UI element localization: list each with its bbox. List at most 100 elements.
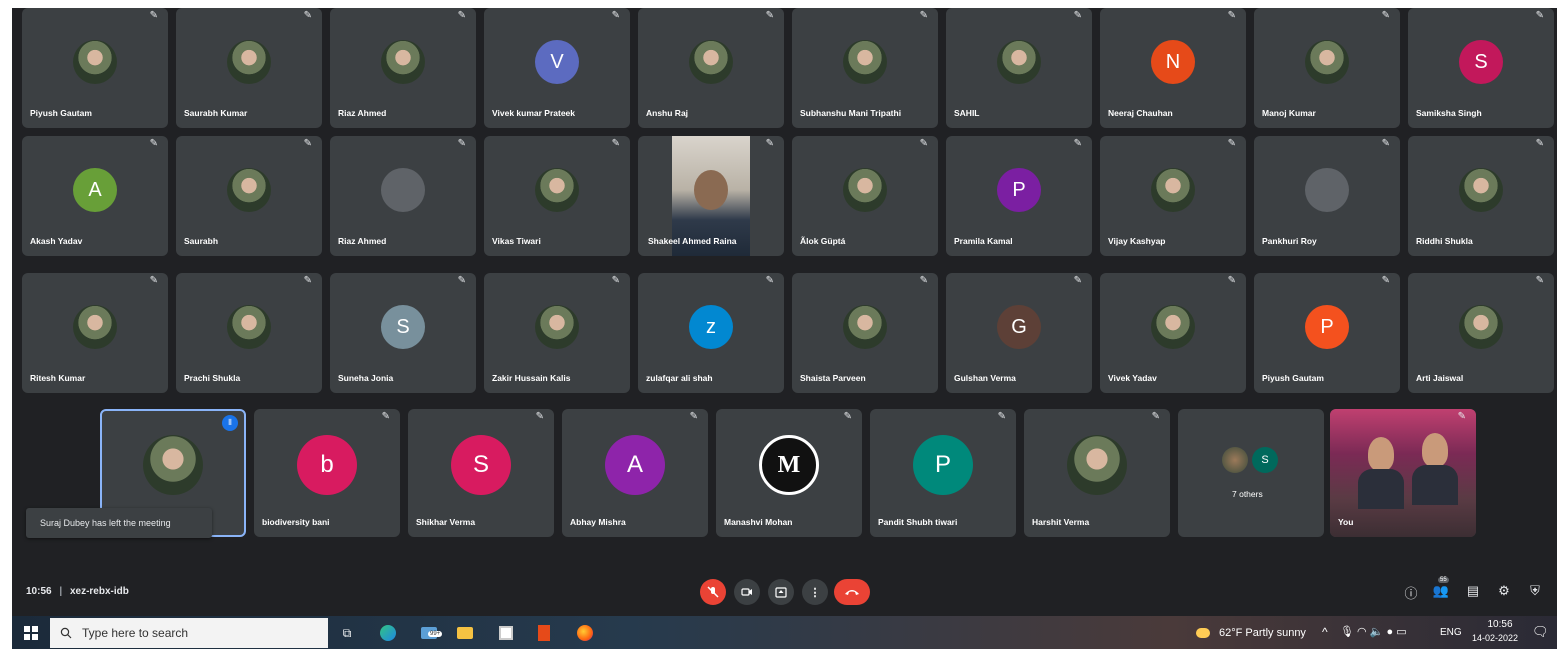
- participant-tile[interactable]: V ✎ Vivek kumar Prateek: [484, 8, 630, 128]
- store-icon: [499, 626, 513, 640]
- participant-tile[interactable]: S ✎ Shikhar Verma: [408, 409, 554, 537]
- participant-tile[interactable]: P ✎ Piyush Gautam: [1254, 273, 1400, 393]
- avatar: [1067, 435, 1127, 495]
- clock-time[interactable]: 10:56: [1478, 619, 1522, 630]
- participant-tile[interactable]: P ✎ Pramila Kamal: [946, 136, 1092, 256]
- self-view-tile[interactable]: ✎ You: [1330, 409, 1476, 537]
- host-controls-button[interactable]: ⛨: [1526, 583, 1544, 601]
- start-button[interactable]: [22, 623, 40, 643]
- people-button[interactable]: 55 👥: [1432, 577, 1450, 601]
- office-icon: [538, 625, 550, 641]
- file-explorer-app[interactable]: [455, 623, 475, 643]
- muted-mic-icon: ✎: [457, 275, 466, 286]
- participant-tile[interactable]: ✎ Ãlok Güptá: [792, 136, 938, 256]
- leave-call-button[interactable]: [834, 579, 870, 605]
- participant-tile[interactable]: ✎ Shaista Parveen: [792, 273, 938, 393]
- volume-icon: 🔈: [1369, 626, 1384, 638]
- participant-name: SAHIL: [954, 108, 980, 118]
- task-view-icon: ⧉: [342, 625, 352, 640]
- meeting-details[interactable]: 10:56 | xez-rebx-idb: [26, 586, 129, 597]
- participant-tile[interactable]: ✎ Subhanshu Mani Tripathi: [792, 8, 938, 128]
- activities-button[interactable]: ⚙: [1495, 583, 1513, 601]
- muted-mic-icon: ✎: [1151, 411, 1160, 422]
- avatar: [843, 40, 887, 84]
- muted-mic-icon: ✎: [303, 10, 312, 21]
- language-indicator[interactable]: ENG: [1440, 627, 1462, 638]
- participant-name: zulafqar ali shah: [646, 373, 713, 383]
- tray-overflow-chevron-icon[interactable]: ^: [1322, 625, 1328, 639]
- office-app[interactable]: [534, 623, 554, 643]
- present-screen-button[interactable]: [768, 579, 794, 605]
- participant-tile[interactable]: ✎ Saurabh Kumar: [176, 8, 322, 128]
- participant-tile[interactable]: M ✎ Manashvi Mohan: [716, 409, 862, 537]
- participant-tile[interactable]: P ✎ Pandit Shubh tiwari: [870, 409, 1016, 537]
- avatar: [1151, 305, 1195, 349]
- mic-toggle-button[interactable]: [700, 579, 726, 605]
- participant-name: Saurabh: [184, 236, 219, 246]
- participant-tile[interactable]: ✎ Prachi Shukla: [176, 273, 322, 393]
- notification-center-button[interactable]: 🗨: [1532, 624, 1549, 640]
- participant-tile[interactable]: A ✎ Abhay Mishra: [562, 409, 708, 537]
- others-avatar: [1222, 447, 1248, 473]
- participant-tile[interactable]: ✎ Ritesh Kumar: [22, 273, 168, 393]
- participant-tile[interactable]: ✎ Riaz Ahmed: [330, 136, 476, 256]
- avatar: [381, 168, 425, 212]
- participant-tile[interactable]: ✎ Vikas Tiwari: [484, 136, 630, 256]
- participant-name: Prachi Shukla: [184, 373, 241, 383]
- participant-tile[interactable]: G ✎ Gulshan Verma: [946, 273, 1092, 393]
- participant-tile[interactable]: S ✎ Samiksha Singh: [1408, 8, 1554, 128]
- weather-text[interactable]: 62°F Partly sunny: [1219, 627, 1306, 639]
- participant-tile[interactable]: ✎ Riddhi Shukla: [1408, 136, 1554, 256]
- participant-tile[interactable]: ✎ Saurabh: [176, 136, 322, 256]
- participant-tile[interactable]: ✎ Zakir Hussain Kalis: [484, 273, 630, 393]
- battery-icon: ▭: [1396, 626, 1407, 638]
- weather-widget[interactable]: [1195, 623, 1211, 643]
- participant-tile[interactable]: S ✎ Suneha Jonia: [330, 273, 476, 393]
- participant-name: Subhanshu Mani Tripathi: [800, 108, 902, 118]
- participant-tile[interactable]: ✎ Shakeel Ahmed Raina: [638, 136, 784, 256]
- avatar: b: [297, 435, 357, 495]
- participant-name: Vivek kumar Prateek: [492, 108, 576, 118]
- meeting-time: 10:56: [26, 586, 52, 597]
- self-body: [1412, 465, 1458, 505]
- avatar: S: [381, 305, 425, 349]
- participant-tile[interactable]: ✎ Harshit Verma: [1024, 409, 1170, 537]
- participant-tile[interactable]: N ✎ Neeraj Chauhan: [1100, 8, 1246, 128]
- participant-name: Gulshan Verma: [954, 373, 1016, 383]
- participant-name: Piyush Gautam: [1262, 373, 1324, 383]
- muted-mic-icon: ✎: [149, 138, 158, 149]
- chat-button[interactable]: ▤: [1464, 583, 1482, 601]
- clock-date[interactable]: 14-02-2022: [1467, 633, 1523, 643]
- avatar: G: [997, 305, 1041, 349]
- participant-tile[interactable]: ✎ Vijay Kashyap: [1100, 136, 1246, 256]
- participant-tile[interactable]: ✎ Manoj Kumar: [1254, 8, 1400, 128]
- tray-icons[interactable]: 🎙 ◠ 🔈 ● ▭: [1340, 625, 1407, 638]
- participant-tile[interactable]: b ✎ biodiversity bani: [254, 409, 400, 537]
- meeting-info-button[interactable]: ⓘ: [1402, 583, 1420, 601]
- participant-tile[interactable]: ✎ Riaz Ahmed: [330, 8, 476, 128]
- edge-app[interactable]: [377, 623, 399, 643]
- news-app[interactable]: 99+: [416, 623, 443, 643]
- windows-taskbar: Type here to search ⧉ 99+ 62°F Partly su…: [12, 616, 1557, 649]
- avatar: [227, 168, 271, 212]
- participant-tile[interactable]: z ✎ zulafqar ali shah: [638, 273, 784, 393]
- participant-tile[interactable]: ✎ Piyush Gautam: [22, 8, 168, 128]
- participant-tile[interactable]: ✎ Vivek Yadav: [1100, 273, 1246, 393]
- firefox-app[interactable]: [575, 623, 595, 643]
- participant-name: Zakir Hussain Kalis: [492, 373, 571, 383]
- camera-toggle-button[interactable]: [734, 579, 760, 605]
- muted-mic-icon: ✎: [1381, 275, 1390, 286]
- task-view-button[interactable]: ⧉: [337, 623, 357, 643]
- taskbar-search[interactable]: Type here to search: [50, 618, 328, 648]
- muted-mic-icon: ✎: [611, 10, 620, 21]
- others-tile[interactable]: S 7 others: [1178, 409, 1324, 537]
- more-options-button[interactable]: ⋮: [802, 579, 828, 605]
- participant-tile[interactable]: ✎ Anshu Raj: [638, 8, 784, 128]
- participant-tile[interactable]: A ✎ Akash Yadav: [22, 136, 168, 256]
- self-body: [1358, 469, 1404, 509]
- muted-mic-icon: ✎: [1073, 275, 1082, 286]
- participant-tile[interactable]: ✎ Arti Jaiswal: [1408, 273, 1554, 393]
- store-app[interactable]: [496, 623, 516, 643]
- participant-tile[interactable]: ✎ Pankhuri Roy: [1254, 136, 1400, 256]
- participant-tile[interactable]: ✎ SAHIL: [946, 8, 1092, 128]
